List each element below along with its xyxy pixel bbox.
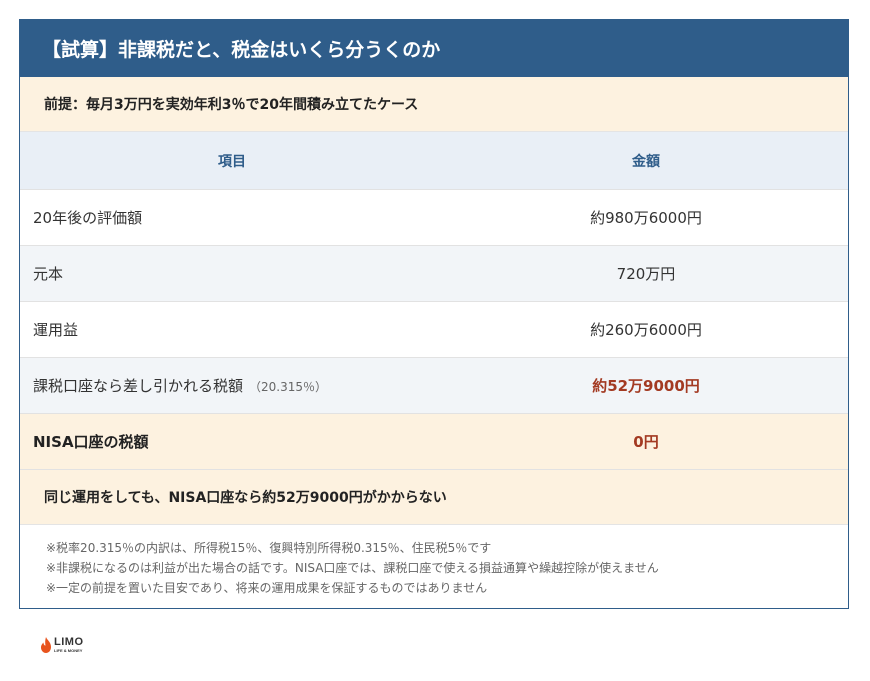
card-title: 【試算】非課税だと、税金はいくら分うくのか xyxy=(20,20,848,77)
tax-simulation-card: 【試算】非課税だと、税金はいくら分うくのか 前提：毎月3万円を実効年利3％で20… xyxy=(19,19,849,609)
header-amount: 金額 xyxy=(632,153,660,170)
header-item: 項目 xyxy=(218,153,246,170)
summary-text: 同じ運用をしても、NISA口座なら約52万9000円がかからない xyxy=(20,470,848,525)
row-amount-value: 720万円 xyxy=(616,265,676,283)
table-row: 元本 720万円 xyxy=(20,246,848,302)
table-row-nisa: NISA口座の税額 0円 xyxy=(20,414,848,470)
row-item-label: NISA口座の税額 xyxy=(33,433,149,451)
nisa-tax-value: 0円 xyxy=(633,433,659,451)
logo-name: LIMO xyxy=(54,636,84,648)
flame-logo-icon xyxy=(40,637,52,653)
footnote: ※一定の前提を置いた目安であり、将来の運用成果を保証するものではありません xyxy=(46,581,488,595)
footnote: ※非課税になるのは利益が出た場合の話です。NISA口座では、課税口座で使える損益… xyxy=(46,561,659,575)
table-row: 20年後の評価額 約980万6000円 xyxy=(20,190,848,246)
taxable-amount-value: 約52万9000円 xyxy=(592,377,700,395)
row-item-cell: 課税口座なら差し引かれる税額 （20.315％） xyxy=(20,375,444,396)
table-row: 運用益 約260万6000円 xyxy=(20,302,848,358)
row-item-label: 20年後の評価額 xyxy=(33,209,143,227)
limo-logo: LIMO LIFE & MONEY xyxy=(40,637,84,653)
row-item-label: 元本 xyxy=(33,265,64,283)
row-item-label: 課税口座なら差し引かれる税額 xyxy=(33,377,244,395)
footnote: ※税率20.315％の内訳は、所得税15％、復興特別所得税0.315％、住民税5… xyxy=(46,541,492,555)
row-amount-value: 約980万6000円 xyxy=(590,209,702,227)
logo-tagline: LIFE & MONEY xyxy=(54,648,83,653)
table-row: 課税口座なら差し引かれる税額 （20.315％） 約52万9000円 xyxy=(20,358,848,414)
row-amount-value: 約260万6000円 xyxy=(590,321,702,339)
footnotes: ※税率20.315％の内訳は、所得税15％、復興特別所得税0.315％、住民税5… xyxy=(20,525,848,598)
tax-rate-note: （20.315％） xyxy=(249,380,328,394)
row-item-label: 運用益 xyxy=(33,321,79,339)
table-header-row: 項目 金額 xyxy=(20,132,848,190)
logo-text: LIMO LIFE & MONEY xyxy=(54,637,84,653)
premise-text: 前提：毎月3万円を実効年利3％で20年間積み立てたケース xyxy=(20,77,848,132)
